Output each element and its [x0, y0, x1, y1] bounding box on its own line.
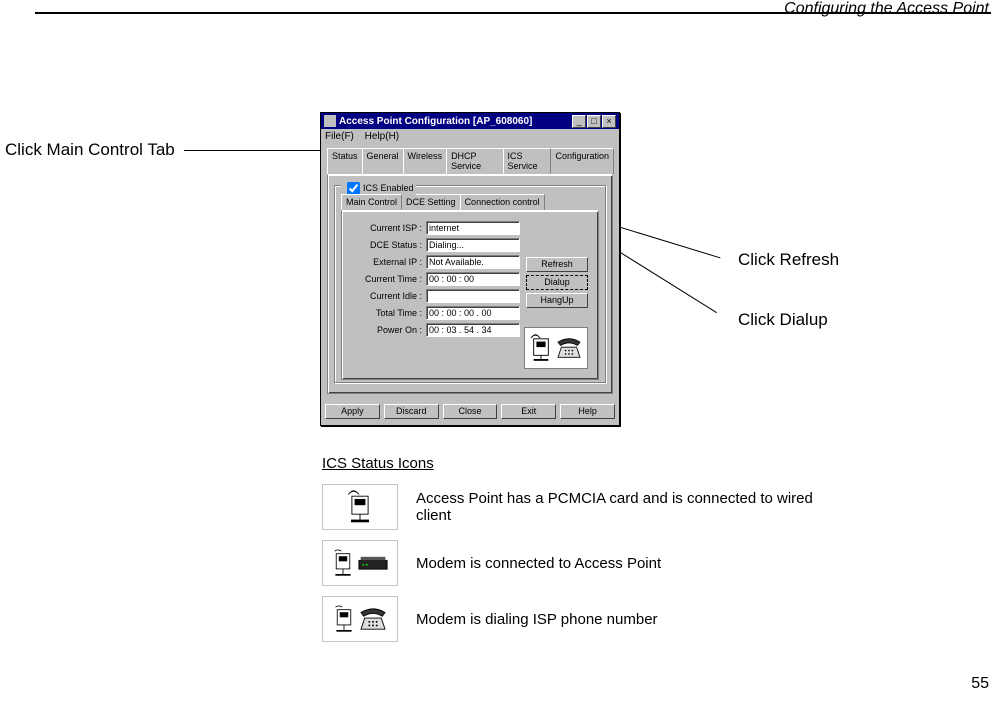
tab-general[interactable]: General — [362, 148, 404, 174]
ics-enabled-label: ICS Enabled — [363, 183, 414, 193]
window-title: Access Point Configuration [AP_608060] — [339, 116, 571, 127]
icon-ap-wired — [322, 484, 398, 530]
tab-ics-service[interactable]: ICS Service — [503, 148, 552, 174]
close-window-button[interactable]: × — [602, 115, 616, 128]
page-number: 55 — [971, 675, 989, 693]
status-image — [524, 327, 588, 369]
apply-button[interactable]: Apply — [325, 404, 380, 419]
field-external-ip: Not Available. — [426, 255, 520, 269]
tab-configuration[interactable]: Configuration — [550, 148, 614, 174]
icon-desc: Access Point has a PCMCIA card and is co… — [416, 490, 836, 524]
access-point-icon — [333, 604, 355, 634]
label-total-time: Total Time : — [348, 308, 426, 318]
icon-desc: Modem is dialing ISP phone number — [416, 611, 658, 628]
callout-line-main — [184, 150, 334, 151]
subtab-connection-control[interactable]: Connection control — [460, 194, 545, 210]
field-total-time: 00 : 00 : 00 . 00 — [426, 306, 520, 320]
refresh-button[interactable]: Refresh — [526, 257, 588, 272]
access-point-icon — [530, 333, 552, 363]
icon-row: Modem is dialing ISP phone number — [322, 596, 836, 642]
menubar: File(F) Help(H) — [321, 129, 619, 144]
label-current-idle: Current Idle : — [348, 291, 426, 301]
field-current-isp: internet — [426, 221, 520, 235]
phone-icon — [359, 607, 387, 631]
phone-icon — [556, 337, 582, 359]
exit-button[interactable]: Exit — [501, 404, 556, 419]
label-current-time: Current Time : — [348, 274, 426, 284]
ics-panel: ICS Enabled Main Control DCE Setting Con… — [327, 174, 613, 394]
maximize-button[interactable]: □ — [587, 115, 601, 128]
app-window: Access Point Configuration [AP_608060] _… — [320, 112, 620, 426]
dialup-button[interactable]: Dialup — [526, 275, 588, 290]
hangup-button[interactable]: HangUp — [526, 293, 588, 308]
callout-refresh: Click Refresh — [738, 250, 839, 270]
tab-dhcp-service[interactable]: DHCP Service — [446, 148, 503, 174]
callout-main-control: Click Main Control Tab — [5, 140, 175, 160]
icon-row: Access Point has a PCMCIA card and is co… — [322, 484, 836, 530]
field-dce-status: Dialing... — [426, 238, 520, 252]
minimize-button[interactable]: _ — [572, 115, 586, 128]
access-point-icon — [346, 489, 374, 525]
tab-status[interactable]: Status — [327, 148, 363, 174]
field-current-time: 00 : 00 : 00 — [426, 272, 520, 286]
ics-icons-section: ICS Status Icons Access Point has a PCMC… — [322, 455, 836, 652]
modem-icon — [358, 555, 388, 571]
label-dce-status: DCE Status : — [348, 240, 426, 250]
help-button[interactable]: Help — [560, 404, 615, 419]
callout-dialup: Click Dialup — [738, 310, 828, 330]
icon-ap-dialing — [322, 596, 398, 642]
titlebar: Access Point Configuration [AP_608060] _… — [321, 113, 619, 129]
subtab-main-control[interactable]: Main Control — [341, 194, 402, 210]
discard-button[interactable]: Discard — [384, 404, 439, 419]
app-icon — [324, 115, 336, 127]
icon-ap-modem — [322, 540, 398, 586]
main-tabs: Status General Wireless DHCP Service ICS… — [327, 148, 613, 174]
header-rule — [35, 12, 991, 14]
label-current-isp: Current ISP : — [348, 223, 426, 233]
field-power-on: 00 : 03 . 54 . 34 — [426, 323, 520, 337]
menu-help[interactable]: Help(H) — [365, 131, 399, 142]
close-button[interactable]: Close — [443, 404, 498, 419]
tab-wireless[interactable]: Wireless — [403, 148, 448, 174]
field-current-idle — [426, 289, 520, 303]
icon-row: Modem is connected to Access Point — [322, 540, 836, 586]
label-external-ip: External IP : — [348, 257, 426, 267]
label-power-on: Power On : — [348, 325, 426, 335]
access-point-icon — [332, 548, 354, 578]
icon-desc: Modem is connected to Access Point — [416, 555, 661, 572]
menu-file[interactable]: File(F) — [325, 131, 354, 142]
ics-icons-heading: ICS Status Icons — [322, 455, 836, 472]
header-section: Configuring the Access Point — [784, 0, 989, 20]
